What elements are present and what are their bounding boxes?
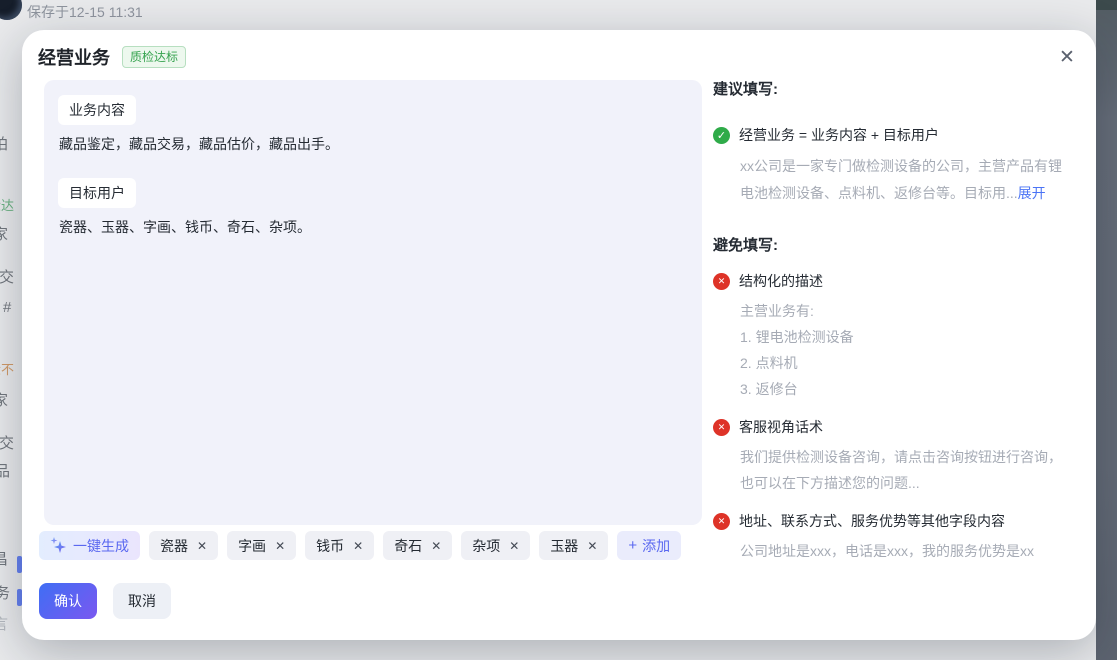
business-content-editor[interactable]: 业务内容 藏品鉴定，藏品交易，藏品估价，藏品出手。 目标用户 瓷器、玉器、字画、… <box>44 80 702 525</box>
tags-row: 一键生成 瓷器 ✕ 字画 ✕ 钱币 ✕ 奇石 ✕ 杂项 ✕ <box>39 531 681 560</box>
dialog-title: 经营业务 <box>38 44 110 70</box>
bg-text-fragment: 家 <box>0 389 8 410</box>
field-value-target-users[interactable]: 瓷器、玉器、字画、钱币、奇石、杂项。 <box>59 217 688 237</box>
save-status-text: 保存于12-15 11:31 <box>27 2 143 22</box>
add-tag-label: 添加 <box>642 536 670 556</box>
cancel-button[interactable]: 取消 <box>113 583 171 619</box>
cross-circle-icon: ✕ <box>713 513 730 530</box>
bg-text-fragment: 家 <box>0 223 8 244</box>
bg-right-panel-top <box>1096 0 1117 10</box>
avoid-item: ✕ 结构化的描述 主营业务有: 1. 锂电池检测设备 2. 点料机 3. 返修台 <box>713 271 1081 402</box>
avoid-item-title: 客服视角话术 <box>739 417 823 438</box>
sparkle-icon <box>50 537 67 554</box>
avoid-item-line: 我们提供检测设备咨询，请点击咨询按钮进行咨询， <box>740 444 1081 470</box>
page: 保存于12-15 11:31 拍 检达 家 交 # 检不 家 交 品 昌 务 言… <box>0 0 1117 660</box>
tag-label: 奇石 <box>394 536 422 556</box>
bg-text-fragment: # <box>3 299 11 316</box>
avoid-item-line: 2. 点料机 <box>740 350 1081 376</box>
suggestion-item: ✓ 经营业务 = 业务内容 + 目标用户 <box>713 125 1081 146</box>
dialog-header: 经营业务 质检达标 <box>38 44 186 70</box>
cross-circle-icon: ✕ <box>713 419 730 436</box>
avoid-item: ✕ 地址、联系方式、服务优势等其他字段内容 公司地址是xxx，电话是xxx，我的… <box>713 511 1081 564</box>
bg-right-panel <box>1096 0 1117 660</box>
tag-chip: 瓷器 ✕ <box>149 531 218 560</box>
one-click-generate-label: 一键生成 <box>73 536 129 556</box>
tag-chip: 杂项 ✕ <box>461 531 530 560</box>
quality-pass-badge: 质检达标 <box>122 46 186 68</box>
avoid-item-line: 3. 返修台 <box>740 376 1081 402</box>
business-edit-dialog: 经营业务 质检达标 ✕ 业务内容 藏品鉴定，藏品交易，藏品估价，藏品出手。 目标… <box>22 30 1096 640</box>
avoid-item-line: 也可以在下方描述您的问题... <box>740 470 1081 496</box>
tag-remove-icon[interactable]: ✕ <box>197 540 207 552</box>
bg-text-fragment: 交 <box>0 266 14 287</box>
tag-label: 玉器 <box>550 536 578 556</box>
one-click-generate-button[interactable]: 一键生成 <box>39 531 140 560</box>
tag-chip: 字画 ✕ <box>227 531 296 560</box>
close-icon[interactable]: ✕ <box>1054 44 1080 70</box>
field-value-business-content[interactable]: 藏品鉴定，藏品交易，藏品估价，藏品出手。 <box>59 134 688 154</box>
tag-label: 瓷器 <box>160 536 188 556</box>
tag-label: 字画 <box>238 536 266 556</box>
bg-badge-fragment: 检达 <box>0 195 14 214</box>
field-label-business-content: 业务内容 <box>58 95 136 125</box>
avatar <box>0 0 22 20</box>
bg-badge-fragment: 检不 <box>0 359 14 378</box>
suggestion-title: 经营业务 = 业务内容 + 目标用户 <box>739 125 939 146</box>
suggestion-description: xx公司是一家专门做检测设备的公司，主营产品有锂电池检测设备、点料机、返修台等。… <box>740 153 1074 207</box>
confirm-button[interactable]: 确认 <box>39 583 97 619</box>
tag-remove-icon[interactable]: ✕ <box>431 540 441 552</box>
avoid-item-line: 公司地址是xxx，电话是xxx，我的服务优势是xx <box>740 538 1081 564</box>
bg-text-fragment: 言 <box>0 613 8 634</box>
add-tag-button[interactable]: + 添加 <box>617 531 681 560</box>
avoid-item: ✕ 客服视角话术 我们提供检测设备咨询，请点击咨询按钮进行咨询， 也可以在下方描… <box>713 417 1081 496</box>
tag-remove-icon[interactable]: ✕ <box>509 540 519 552</box>
bg-text-fragment: 拍 <box>0 133 8 154</box>
tag-chip: 钱币 ✕ <box>305 531 374 560</box>
tag-remove-icon[interactable]: ✕ <box>353 540 363 552</box>
suggest-heading: 建议填写: <box>713 80 1081 100</box>
expand-link[interactable]: 展开 <box>1018 185 1046 201</box>
bg-text-fragment: 品 <box>0 460 10 481</box>
tag-chip: 玉器 ✕ <box>539 531 608 560</box>
tag-label: 钱币 <box>316 536 344 556</box>
bg-text-fragment: 交 <box>0 432 14 453</box>
cross-circle-icon: ✕ <box>713 273 730 290</box>
bg-text-fragment: 昌 <box>0 548 8 569</box>
avoid-item-line: 主营业务有: <box>740 298 1081 324</box>
avoid-heading: 避免填写: <box>713 236 1081 256</box>
writing-guide-panel: 建议填写: ✓ 经营业务 = 业务内容 + 目标用户 xx公司是一家专门做检测设… <box>713 80 1081 564</box>
tag-remove-icon[interactable]: ✕ <box>275 540 285 552</box>
dialog-actions: 确认 取消 <box>39 583 171 619</box>
bg-text-fragment: 务 <box>0 582 10 603</box>
avoid-item-line: 1. 锂电池检测设备 <box>740 324 1081 350</box>
field-label-target-users: 目标用户 <box>58 178 136 208</box>
avoid-item-title: 结构化的描述 <box>739 271 823 292</box>
avoid-item-title: 地址、联系方式、服务优势等其他字段内容 <box>739 511 1005 532</box>
tag-remove-icon[interactable]: ✕ <box>587 540 597 552</box>
suggestion-description-text: xx公司是一家专门做检测设备的公司，主营产品有锂电池检测设备、点料机、返修台等。… <box>740 158 1062 201</box>
tag-label: 杂项 <box>472 536 500 556</box>
check-circle-icon: ✓ <box>713 127 730 144</box>
tag-chip: 奇石 ✕ <box>383 531 452 560</box>
plus-icon: + <box>628 538 637 553</box>
